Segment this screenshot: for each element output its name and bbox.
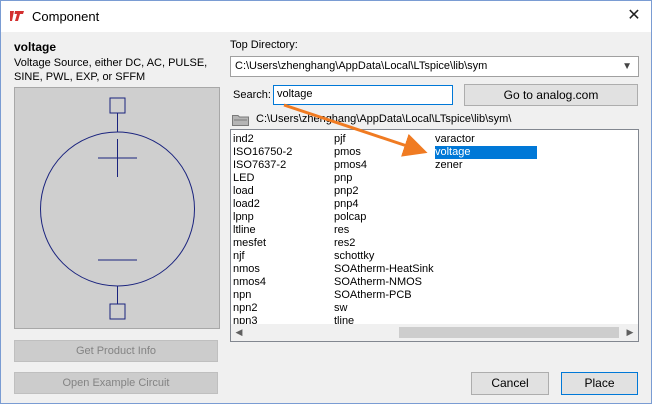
list-item[interactable]: load — [233, 185, 292, 198]
list-item[interactable]: zener — [435, 159, 537, 172]
place-label: Place — [584, 376, 615, 390]
open-example-circuit-button[interactable]: Open Example Circuit — [14, 372, 218, 394]
component-dialog: Component ✕ voltage Voltage Source, eith… — [0, 0, 652, 404]
list-item[interactable]: SOAtherm-PCB — [334, 289, 434, 302]
list-item[interactable]: res2 — [334, 237, 434, 250]
top-directory-label: Top Directory: — [230, 39, 298, 51]
list-item[interactable]: res — [334, 224, 434, 237]
folder-icon — [232, 115, 249, 126]
chevron-down-icon: ▼ — [622, 61, 632, 72]
list-item[interactable]: ind2 — [233, 133, 292, 146]
list-item[interactable]: lpnp — [233, 211, 292, 224]
list-item[interactable]: pjf — [334, 133, 434, 146]
list-item[interactable]: njf — [233, 250, 292, 263]
list-item[interactable]: npn2 — [233, 302, 292, 315]
list-item-selected[interactable]: voltage — [435, 146, 537, 159]
symbol-preview — [14, 87, 220, 329]
list-item[interactable]: ltline — [233, 224, 292, 237]
list-item[interactable]: polcap — [334, 211, 434, 224]
open-example-circuit-label: Open Example Circuit — [62, 377, 170, 389]
list-item[interactable]: varactor — [435, 133, 537, 146]
scroll-left-arrow-icon[interactable]: ◀ — [233, 326, 245, 338]
cancel-label: Cancel — [491, 376, 529, 390]
current-path: C:\Users\zhenghang\AppData\Local\LTspice… — [256, 113, 512, 125]
close-button[interactable]: ✕ — [619, 2, 649, 30]
component-list[interactable]: ind2 ISO16750-2 ISO7637-2 LED load load2 lpnp l… — [230, 129, 639, 342]
list-item[interactable]: mesfet — [233, 237, 292, 250]
go-to-analog-button[interactable]: Go to analog.com — [464, 84, 638, 106]
list-item[interactable]: schottky — [334, 250, 434, 263]
list-column-2: pjf pmos pmos4 pnp pnp2 pnp4 polcap res res2 scho… — [334, 133, 434, 341]
list-item[interactable]: SOAtherm-NMOS — [334, 276, 434, 289]
list-item[interactable]: load2 — [233, 198, 292, 211]
list-item[interactable]: pmos4 — [334, 159, 434, 172]
list-item[interactable]: pnp2 — [334, 185, 434, 198]
list-column-1: ind2 ISO16750-2 ISO7637-2 LED load load2 lpnp l… — [233, 133, 292, 341]
top-directory-select[interactable]: C:\Users\zhenghang\AppData\Local\LTspice… — [230, 56, 639, 77]
list-item[interactable]: pnp — [334, 172, 434, 185]
list-item[interactable]: ISO16750-2 — [233, 146, 292, 159]
component-description: Voltage Source, either DC, AC, PULSE, SI… — [14, 57, 208, 83]
list-item[interactable]: sw — [334, 302, 434, 315]
list-item[interactable]: pnp4 — [334, 198, 434, 211]
get-product-info-label: Get Product Info — [75, 345, 157, 357]
place-button[interactable]: Place — [561, 372, 638, 395]
search-input[interactable]: voltage — [273, 85, 453, 105]
go-to-analog-label: Go to analog.com — [503, 88, 599, 102]
voltage-source-symbol — [40, 97, 195, 320]
component-name: voltage — [14, 40, 57, 54]
list-item[interactable]: LED — [233, 172, 292, 185]
list-item[interactable]: nmos — [233, 263, 292, 276]
title-bar: Component ✕ — [1, 1, 651, 32]
horizontal-scrollbar[interactable]: ◀ ▶ — [231, 324, 638, 341]
list-column-3: varactor voltage zener — [435, 133, 537, 172]
list-item[interactable]: pmos — [334, 146, 434, 159]
current-path-row: C:\Users\zhenghang\AppData\Local\LTspice… — [232, 113, 632, 127]
search-label: Search: — [233, 89, 271, 101]
list-item[interactable]: ISO7637-2 — [233, 159, 292, 172]
list-item[interactable]: nmos4 — [233, 276, 292, 289]
scrollbar-thumb[interactable] — [399, 327, 619, 338]
cancel-button[interactable]: Cancel — [471, 372, 549, 395]
list-item[interactable]: SOAtherm-HeatSink — [334, 263, 434, 276]
get-product-info-button[interactable]: Get Product Info — [14, 340, 218, 362]
ltspice-logo-icon — [9, 9, 25, 23]
scroll-right-arrow-icon[interactable]: ▶ — [624, 326, 636, 338]
close-icon: ✕ — [627, 7, 641, 24]
top-directory-value: C:\Users\zhenghang\AppData\Local\LTspice… — [235, 60, 488, 72]
list-item[interactable]: npn — [233, 289, 292, 302]
window-title: Component — [32, 9, 100, 24]
